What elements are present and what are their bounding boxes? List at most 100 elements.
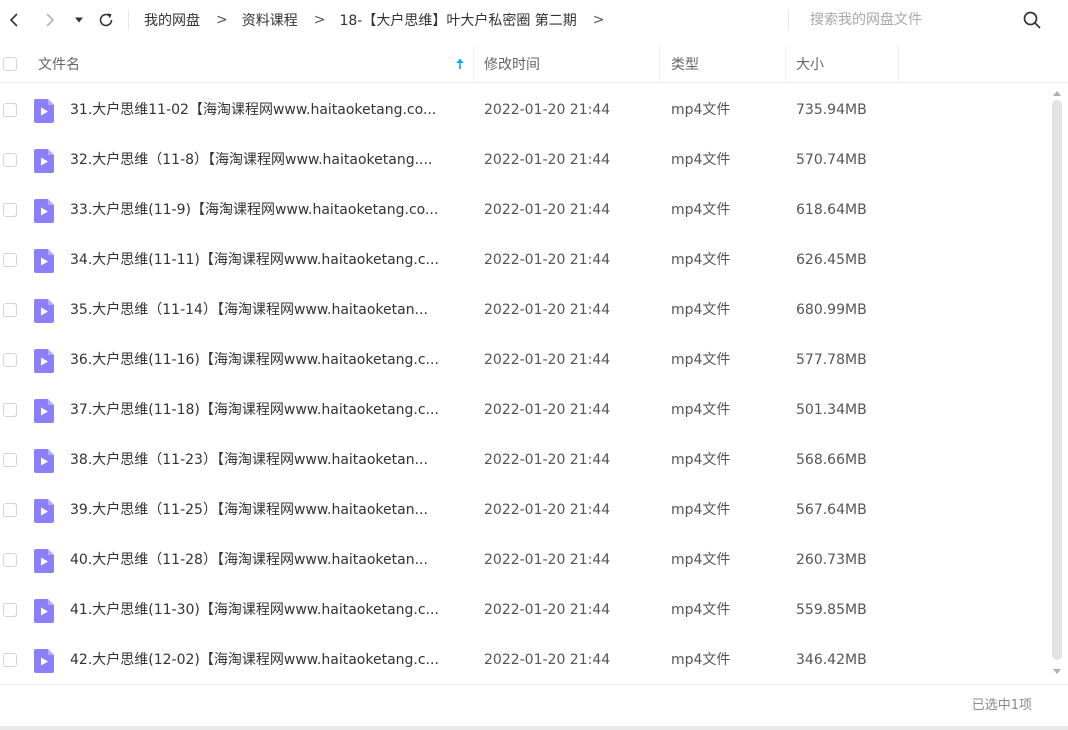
file-type: mp4文件 [671,402,731,418]
row-checkbox[interactable] [3,353,17,367]
column-divider[interactable] [473,45,474,83]
column-header-modified[interactable]: 修改时间 [484,45,540,83]
file-type: mp4文件 [671,152,731,168]
file-name[interactable]: 42.大户思维(12-02)【海淘课程网www.haitaoketang.c..… [70,635,460,685]
video-file-icon [34,249,54,273]
file-row[interactable]: 31.大户思维11-02【海淘课程网www.haitaoketang.co...… [0,85,1050,135]
video-file-icon [34,349,54,373]
row-checkbox[interactable] [3,653,17,667]
file-type: mp4文件 [671,552,731,568]
file-modified-time: 2022-01-20 21:44 [484,102,611,118]
chevron-right-icon [46,13,55,27]
file-name[interactable]: 37.大户思维(11-18)【海淘课程网www.haitaoketang.c..… [70,385,460,435]
file-size: 568.66MB [796,452,867,468]
file-modified-time: 2022-01-20 21:44 [484,452,611,468]
breadcrumb: 我的网盘 > 资料课程 > 18-【大户思维】叶大户私密圈 第二期 > [144,0,619,40]
forward-button[interactable] [38,8,62,32]
file-row[interactable]: 42.大户思维(12-02)【海淘课程网www.haitaoketang.c..… [0,635,1050,685]
file-size: 735.94MB [796,102,867,118]
column-header-name[interactable]: 文件名 [38,45,80,83]
file-row[interactable]: 35.大户思维（11-14）【海淘课程网www.haitaoketan... 2… [0,285,1050,335]
breadcrumb-item-courses[interactable]: 资料课程 [242,10,298,30]
row-checkbox[interactable] [3,603,17,617]
file-type: mp4文件 [671,102,731,118]
column-divider[interactable] [898,45,899,83]
row-checkbox[interactable] [3,453,17,467]
column-header-size[interactable]: 大小 [796,45,824,83]
search-input[interactable] [810,8,1010,32]
file-row[interactable]: 37.大户思维(11-18)【海淘课程网www.haitaoketang.c..… [0,385,1050,435]
nav-divider [128,10,129,30]
file-type: mp4文件 [671,352,731,368]
column-header-type[interactable]: 类型 [671,45,699,83]
file-row[interactable]: 41.大户思维(11-30)【海淘课程网www.haitaoketang.c..… [0,585,1050,635]
selection-status: 已选中1项 [971,698,1032,713]
file-name[interactable]: 41.大户思维(11-30)【海淘课程网www.haitaoketang.c..… [70,585,460,635]
file-name[interactable]: 38.大户思维（11-23）【海淘课程网www.haitaoketan... [70,435,460,485]
top-nav-bar: 我的网盘 > 资料课程 > 18-【大户思维】叶大户私密圈 第二期 > [0,0,1068,40]
file-modified-time: 2022-01-20 21:44 [484,202,611,218]
file-type: mp4文件 [671,302,731,318]
history-dropdown-button[interactable] [67,8,91,32]
file-modified-time: 2022-01-20 21:44 [484,552,611,568]
video-file-icon [34,199,54,223]
breadcrumb-item-current-folder[interactable]: 18-【大户思维】叶大户私密圈 第二期 [339,10,576,30]
file-type: mp4文件 [671,202,731,218]
breadcrumb-item-my-netdisk[interactable]: 我的网盘 [144,10,200,30]
row-checkbox[interactable] [3,153,17,167]
file-name[interactable]: 32.大户思维（11-8）【海淘课程网www.haitaoketang.... [70,135,460,185]
file-name[interactable]: 34.大户思维(11-11)【海淘课程网www.haitaoketang.c..… [70,235,460,285]
file-row[interactable]: 34.大户思维(11-11)【海淘课程网www.haitaoketang.c..… [0,235,1050,285]
search-button[interactable] [1021,9,1043,31]
file-row[interactable]: 40.大户思维（11-28）【海淘课程网www.haitaoketan... 2… [0,535,1050,585]
row-checkbox[interactable] [3,553,17,567]
file-name[interactable]: 39.大户思维（11-25）【海淘课程网www.haitaoketan... [70,485,460,535]
row-checkbox[interactable] [3,253,17,267]
file-row[interactable]: 33.大户思维(11-9)【海淘课程网www.haitaoketang.co..… [0,185,1050,235]
scrollbar-thumb[interactable] [1052,100,1062,660]
arrow-up-icon[interactable] [453,57,467,71]
select-all-checkbox[interactable] [3,57,17,71]
video-file-icon [34,399,54,423]
file-row[interactable]: 39.大户思维（11-25）【海淘课程网www.haitaoketan... 2… [0,485,1050,535]
file-name[interactable]: 31.大户思维11-02【海淘课程网www.haitaoketang.co... [70,85,460,135]
row-checkbox[interactable] [3,503,17,517]
file-type: mp4文件 [671,502,731,518]
file-row[interactable]: 32.大户思维（11-8）【海淘课程网www.haitaoketang.... … [0,135,1050,185]
file-row[interactable]: 36.大户思维(11-16)【海淘课程网www.haitaoketang.c..… [0,335,1050,385]
column-divider[interactable] [659,45,660,83]
window-bottom-edge [0,726,1068,730]
row-checkbox[interactable] [3,403,17,417]
video-file-icon [34,99,54,123]
column-divider[interactable] [785,45,786,83]
file-modified-time: 2022-01-20 21:44 [484,152,611,168]
file-size: 618.64MB [796,202,867,218]
file-name[interactable]: 36.大户思维(11-16)【海淘课程网www.haitaoketang.c..… [70,335,460,385]
file-modified-time: 2022-01-20 21:44 [484,602,611,618]
breadcrumb-separator: > [313,12,326,28]
video-file-icon [34,549,54,573]
file-row[interactable]: 38.大户思维（11-23）【海淘课程网www.haitaoketan... 2… [0,435,1050,485]
file-size: 567.64MB [796,502,867,518]
video-file-icon [34,449,54,473]
breadcrumb-separator: > [216,12,228,28]
row-checkbox[interactable] [3,203,17,217]
back-button[interactable] [2,8,26,32]
refresh-button[interactable] [94,8,118,32]
row-checkbox[interactable] [3,103,17,117]
file-name[interactable]: 33.大户思维(11-9)【海淘课程网www.haitaoketang.co..… [70,185,460,235]
file-list-header: 文件名 修改时间 类型 大小 [0,45,1068,83]
scroll-down-arrow-icon[interactable] [1052,668,1062,676]
file-size: 346.42MB [796,652,867,668]
file-name[interactable]: 40.大户思维（11-28）【海淘课程网www.haitaoketan... [70,535,460,585]
file-list: 31.大户思维11-02【海淘课程网www.haitaoketang.co...… [0,85,1050,685]
scroll-up-arrow-icon[interactable] [1052,89,1062,97]
file-name[interactable]: 35.大户思维（11-14）【海淘课程网www.haitaoketan... [70,285,460,335]
file-modified-time: 2022-01-20 21:44 [484,352,611,368]
breadcrumb-separator: > [592,12,605,28]
file-size: 680.99MB [796,302,867,318]
file-type: mp4文件 [671,252,731,268]
refresh-icon [99,13,113,27]
row-checkbox[interactable] [3,303,17,317]
file-size: 559.85MB [796,602,867,618]
